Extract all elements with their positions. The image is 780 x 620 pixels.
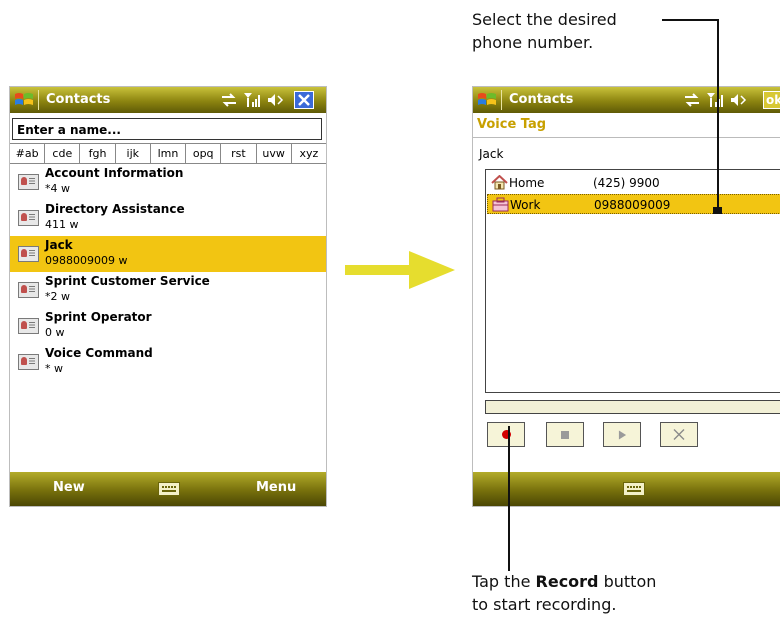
letter-group-tab[interactable]: fgh [80,144,116,163]
signal-icon[interactable] [243,91,261,109]
callout-leader-horizontal [662,19,719,21]
title-bar: Contacts [10,87,326,113]
connectivity-icon[interactable] [220,91,238,109]
contact-name: Directory Assistance [45,202,185,216]
softkey-bar [473,472,780,506]
recording-progress-bar [485,400,780,414]
number-label: Home [509,176,545,190]
callout-line-1: Select the desired [472,10,617,29]
letter-group-tab[interactable]: cde [45,144,81,163]
contact-number: 0988009009 w [45,254,128,267]
app-title: Contacts [509,92,574,107]
record-callout-post: button [598,572,657,591]
letter-group-tab[interactable]: #ab [10,144,46,163]
callout-line-2: phone number. [472,33,594,52]
right-arrow-icon [345,251,455,289]
voice-tag-heading: Voice Tag [477,117,547,132]
stop-button[interactable] [546,422,584,447]
home-icon [491,175,508,190]
menu-softkey[interactable]: Menu [256,480,296,495]
letter-group-tab[interactable]: lmn [151,144,187,163]
contact-name: Jack [45,238,73,252]
number-value: 0988009009 [594,198,671,212]
contact-name: Sprint Operator [45,310,152,324]
phone-number-list: Home (425) 9900 Work 0988009009 [485,169,780,393]
contact-name: Voice Command [45,346,153,360]
record-callout-leader [508,426,510,571]
volume-icon[interactable] [266,91,284,109]
windows-start-icon[interactable] [14,90,34,110]
play-icon [618,430,627,440]
contact-card-icon [18,210,39,226]
title-bar: Contacts ok [473,87,780,113]
contact-card-icon [18,282,39,298]
play-button[interactable] [603,422,641,447]
app-title: Contacts [46,92,111,107]
heading-divider [473,137,780,138]
record-callout-pre: Tap the [472,572,536,591]
volume-icon[interactable] [729,91,747,109]
contact-name: Sprint Customer Service [45,274,210,288]
keyboard-icon[interactable] [158,482,180,496]
number-value: (425) 9900 [593,176,660,190]
right-phone-screen: Contacts ok Voice Tag Jack Home (425) 99… [472,86,780,507]
letter-group-tab[interactable]: uvw [257,144,292,163]
phone-number-item-selected[interactable]: Work 0988009009 [487,194,780,214]
contact-card-icon [18,174,39,190]
contact-card-icon [18,246,39,262]
record-button[interactable] [487,422,525,447]
contact-list-item[interactable]: Directory Assistance 411 w [10,200,326,236]
contact-name-label: Jack [479,147,504,161]
connectivity-icon[interactable] [683,91,701,109]
name-search-input[interactable]: Enter a name... [12,118,322,140]
ok-button[interactable]: ok [763,91,780,109]
delete-x-icon [673,429,685,440]
contact-list-item[interactable]: Account Information *4 w [10,164,326,200]
stop-icon [561,431,569,439]
contact-list-item-selected[interactable]: Jack 0988009009 w [10,236,326,272]
close-button[interactable] [294,91,314,109]
contact-number: 411 w [45,218,79,231]
title-separator [501,90,502,110]
phone-number-item[interactable]: Home (425) 9900 [487,173,780,193]
contact-number: *4 w [45,182,70,195]
contact-name: Account Information [45,166,184,180]
windows-start-icon[interactable] [477,90,497,110]
keyboard-icon[interactable] [623,482,645,496]
contact-number: 0 w [45,326,65,339]
letter-index-bar: #ab cde fgh ijk lmn opq rst uvw xyz [10,143,326,164]
contact-list-item[interactable]: Sprint Customer Service *2 w [10,272,326,308]
signal-icon[interactable] [706,91,724,109]
record-callout: Tap the Record button to start recording… [472,570,656,616]
callout-leader-vertical [717,19,719,210]
work-icon [492,197,509,212]
contact-list-item[interactable]: Sprint Operator 0 w [10,308,326,344]
contact-number: * w [45,362,63,375]
title-separator [38,90,39,110]
letter-group-tab[interactable]: ijk [116,144,151,163]
contact-card-icon [18,354,39,370]
letter-group-tab[interactable]: opq [186,144,222,163]
softkey-bar: New Menu [10,472,326,506]
contact-list-item[interactable]: Voice Command * w [10,344,326,380]
record-callout-bold: Record [535,572,599,591]
new-softkey[interactable]: New [53,480,85,495]
letter-group-tab[interactable]: rst [221,144,257,163]
number-label: Work [510,198,541,212]
callout-dot [713,207,722,214]
contact-number: *2 w [45,290,70,303]
record-callout-line-1: Tap the Record button [472,570,656,593]
letter-group-tab[interactable]: xyz [292,144,326,163]
select-number-callout: Select the desired phone number. [472,8,617,54]
delete-button[interactable] [660,422,698,447]
record-callout-line-2: to start recording. [472,595,617,614]
close-icon [298,94,310,106]
left-phone-screen: Contacts Enter a name... #ab cde fgh ijk… [9,86,327,507]
contact-card-icon [18,318,39,334]
